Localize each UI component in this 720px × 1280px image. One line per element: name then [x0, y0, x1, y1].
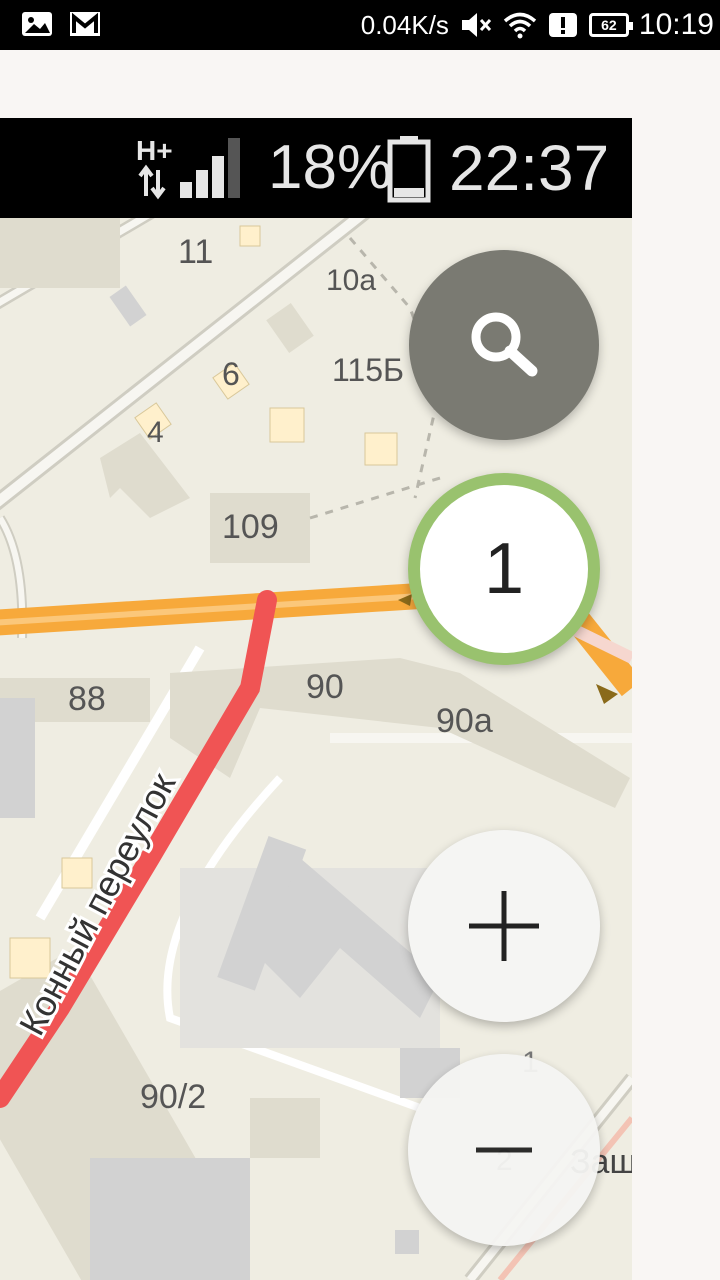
zoom-in-button[interactable]	[408, 830, 600, 1022]
status-time: 10:19	[638, 8, 714, 41]
right-margin	[632, 118, 720, 1280]
alert-icon	[548, 13, 577, 37]
building-label: 115Б	[332, 352, 404, 388]
building-label: 4	[147, 416, 164, 449]
building-label: 90а	[436, 702, 493, 740]
gmail-icon	[70, 12, 100, 36]
building-label: 90	[306, 668, 344, 706]
battery-level: 62	[601, 17, 617, 33]
embedded-status-bar: H+ 18% 22:37	[0, 118, 632, 218]
building-label: 90/2	[140, 1078, 206, 1116]
embedded-time: 22:37	[449, 132, 610, 204]
image-icon	[22, 12, 52, 36]
search-button[interactable]	[409, 250, 599, 440]
top-blank-area	[0, 50, 720, 118]
minus-icon	[476, 1147, 532, 1153]
signal-icon: H+	[136, 135, 240, 200]
building-label: 11	[178, 233, 213, 271]
battery-percent: 18%	[268, 133, 393, 202]
net-speed: 0.04K/s	[360, 9, 449, 40]
results-count: 1	[483, 529, 525, 609]
plus-icon	[469, 891, 539, 961]
network-type: H+	[136, 135, 173, 166]
mute-icon	[461, 13, 492, 37]
search-icon	[471, 312, 538, 377]
battery-low-icon	[387, 136, 431, 203]
building-label: 88	[68, 680, 106, 718]
device-status-bar: 0.04K/s 62 10:19	[0, 0, 720, 50]
wifi-icon	[503, 12, 537, 39]
zoom-out-button[interactable]	[408, 1054, 600, 1246]
results-count-button[interactable]: 1	[408, 473, 600, 665]
building-label: 10а	[326, 264, 376, 297]
building-label: 6	[222, 356, 240, 392]
battery-icon: 62	[588, 13, 633, 37]
building-label: 109	[222, 508, 279, 546]
